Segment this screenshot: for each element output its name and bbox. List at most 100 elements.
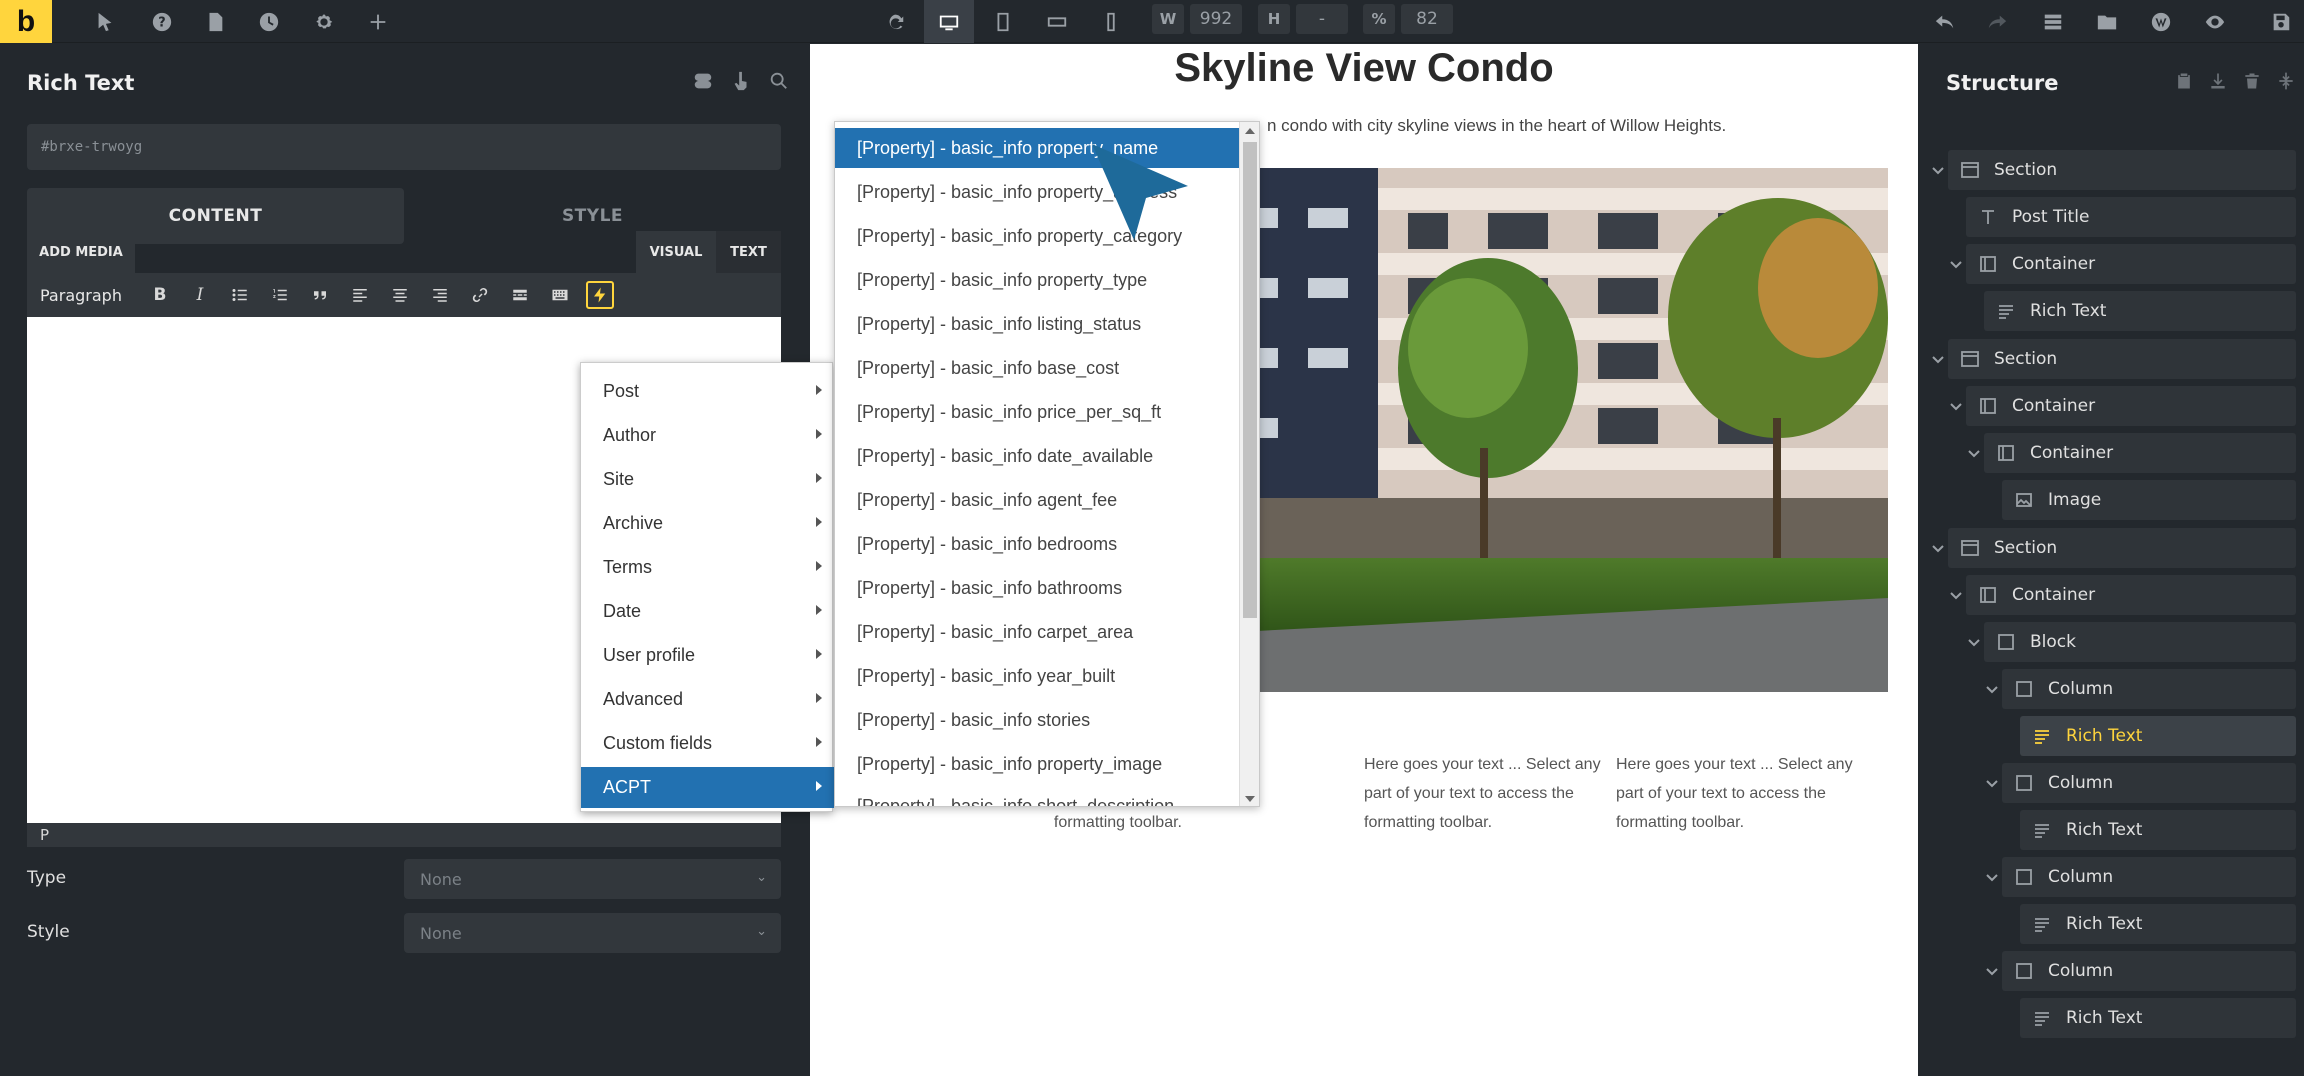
toggle-icon[interactable] [692, 70, 714, 96]
chevron-down-icon[interactable] [1930, 163, 1946, 179]
help-icon[interactable]: ? [145, 5, 179, 39]
structure-node-column[interactable]: Column [2002, 763, 2296, 803]
refresh-icon[interactable] [878, 5, 912, 39]
dd-item-archive[interactable]: Archive [581, 503, 834, 544]
italic-icon[interactable]: I [180, 279, 220, 311]
hover-state-icon[interactable] [730, 70, 752, 96]
scroll-down-icon[interactable] [1245, 796, 1255, 802]
chevron-down-icon[interactable] [1948, 588, 1964, 604]
clipboard-icon[interactable] [2174, 71, 2194, 95]
dd-item-date[interactable]: Date [581, 591, 834, 632]
dd-item-terms[interactable]: Terms [581, 547, 834, 588]
structure-node-rich-text[interactable]: Rich Text [2020, 904, 2296, 944]
dd-item-acpt[interactable]: ACPT [581, 767, 834, 808]
acpt-field-item[interactable]: [Property] - basic_info price_per_sq_ft [835, 392, 1239, 432]
page-description[interactable]: n condo with city skyline views in the h… [1267, 116, 1726, 136]
link-icon[interactable] [460, 279, 500, 311]
column-text-3[interactable]: Here goes your text ... Select any part … [1616, 750, 1866, 837]
mobile-landscape-icon[interactable] [1040, 5, 1074, 39]
structure-node-container[interactable]: Container [1984, 433, 2296, 473]
scroll-thumb[interactable] [1243, 142, 1257, 618]
chevron-down-icon[interactable] [1966, 635, 1982, 651]
width-input[interactable]: 992 [1190, 4, 1242, 34]
toolbar-toggle-icon[interactable] [540, 279, 580, 311]
folder-icon[interactable] [2090, 5, 2124, 39]
acpt-field-item[interactable]: [Property] - basic_info date_available [835, 436, 1239, 476]
add-media-button[interactable]: ADD MEDIA [27, 231, 135, 273]
search-icon[interactable] [768, 70, 790, 96]
history-icon[interactable] [252, 5, 286, 39]
dd-item-advanced[interactable]: Advanced [581, 679, 834, 720]
scroll-up-icon[interactable] [1245, 128, 1255, 134]
dd-item-user-profile[interactable]: User profile [581, 635, 834, 676]
acpt-field-item[interactable]: [Property] - basic_info property_type [835, 260, 1239, 300]
property-image[interactable] [1218, 168, 1888, 692]
structure-node-section[interactable]: Section [1948, 150, 2296, 190]
dd-item-post[interactable]: Post [581, 371, 834, 412]
save-icon[interactable] [2264, 5, 2298, 39]
bold-icon[interactable]: B [140, 279, 180, 311]
structure-node-post-title[interactable]: Post Title [1966, 197, 2296, 237]
blockquote-icon[interactable] [300, 279, 340, 311]
type-select[interactable]: None ⌄ [404, 859, 781, 899]
desktop-breakpoint-icon[interactable] [924, 0, 974, 43]
bricks-logo[interactable]: b [0, 0, 52, 43]
acpt-field-item[interactable]: [Property] - basic_info short_descriptio… [835, 786, 1239, 807]
templates-icon[interactable] [2036, 5, 2070, 39]
structure-node-container[interactable]: Container [1966, 244, 2296, 284]
chevron-down-icon[interactable] [1984, 776, 2000, 792]
zoom-input[interactable]: 82 [1401, 4, 1453, 34]
settings-gear-icon[interactable] [307, 5, 341, 39]
undo-icon[interactable] [1928, 5, 1962, 39]
page-title[interactable]: Skyline View Condo [810, 46, 1918, 91]
chevron-down-icon[interactable] [1984, 870, 2000, 886]
acpt-field-item[interactable]: [Property] - basic_info bathrooms [835, 568, 1239, 608]
acpt-field-item[interactable]: [Property] - basic_info bedrooms [835, 524, 1239, 564]
structure-node-rich-text[interactable]: Rich Text [2020, 998, 2296, 1038]
text-tab[interactable]: TEXT [716, 231, 781, 273]
structure-node-container[interactable]: Container [1966, 386, 2296, 426]
acpt-field-item[interactable]: [Property] - basic_info base_cost [835, 348, 1239, 388]
submenu-scrollbar[interactable] [1239, 122, 1259, 806]
align-left-icon[interactable] [340, 279, 380, 311]
chevron-down-icon[interactable] [1948, 399, 1964, 415]
dd-item-author[interactable]: Author [581, 415, 834, 456]
dd-item-custom-fields[interactable]: Custom fields [581, 723, 834, 764]
wordpress-icon[interactable] [2144, 5, 2178, 39]
download-icon[interactable] [2208, 71, 2228, 95]
paragraph-format-select[interactable]: Paragraph [40, 286, 122, 305]
chevron-down-icon[interactable] [1930, 352, 1946, 368]
cursor-icon[interactable] [88, 5, 122, 39]
align-center-icon[interactable] [380, 279, 420, 311]
structure-node-column[interactable]: Column [2002, 951, 2296, 991]
chevron-down-icon[interactable] [1984, 682, 2000, 698]
chevron-down-icon[interactable] [1930, 541, 1946, 557]
structure-node-container[interactable]: Container [1966, 575, 2296, 615]
collapse-icon[interactable] [2276, 71, 2296, 95]
add-icon[interactable] [361, 5, 395, 39]
pages-icon[interactable] [198, 5, 232, 39]
structure-node-image[interactable]: Image [2002, 480, 2296, 520]
bullet-list-icon[interactable] [220, 279, 260, 311]
acpt-field-item[interactable]: [Property] - basic_info property_image [835, 744, 1239, 784]
chevron-down-icon[interactable] [1984, 964, 2000, 980]
redo-icon[interactable] [1980, 5, 2014, 39]
preview-eye-icon[interactable] [2198, 5, 2232, 39]
numbered-list-icon[interactable] [260, 279, 300, 311]
mobile-portrait-icon[interactable] [1094, 5, 1128, 39]
structure-node-rich-text-active[interactable]: Rich Text [2020, 716, 2296, 756]
style-select[interactable]: None ⌄ [404, 913, 781, 953]
acpt-field-item[interactable]: [Property] - basic_info listing_status [835, 304, 1239, 344]
structure-node-rich-text[interactable]: Rich Text [1984, 291, 2296, 331]
structure-node-section[interactable]: Section [1948, 528, 2296, 568]
structure-node-block[interactable]: Block [1984, 622, 2296, 662]
read-more-icon[interactable] [500, 279, 540, 311]
trash-icon[interactable] [2242, 71, 2262, 95]
structure-node-section[interactable]: Section [1948, 339, 2296, 379]
align-right-icon[interactable] [420, 279, 460, 311]
tablet-portrait-icon[interactable] [986, 5, 1020, 39]
chevron-down-icon[interactable] [1948, 257, 1964, 273]
height-input[interactable]: - [1296, 4, 1348, 34]
structure-node-rich-text[interactable]: Rich Text [2020, 810, 2296, 850]
dd-item-site[interactable]: Site [581, 459, 834, 500]
